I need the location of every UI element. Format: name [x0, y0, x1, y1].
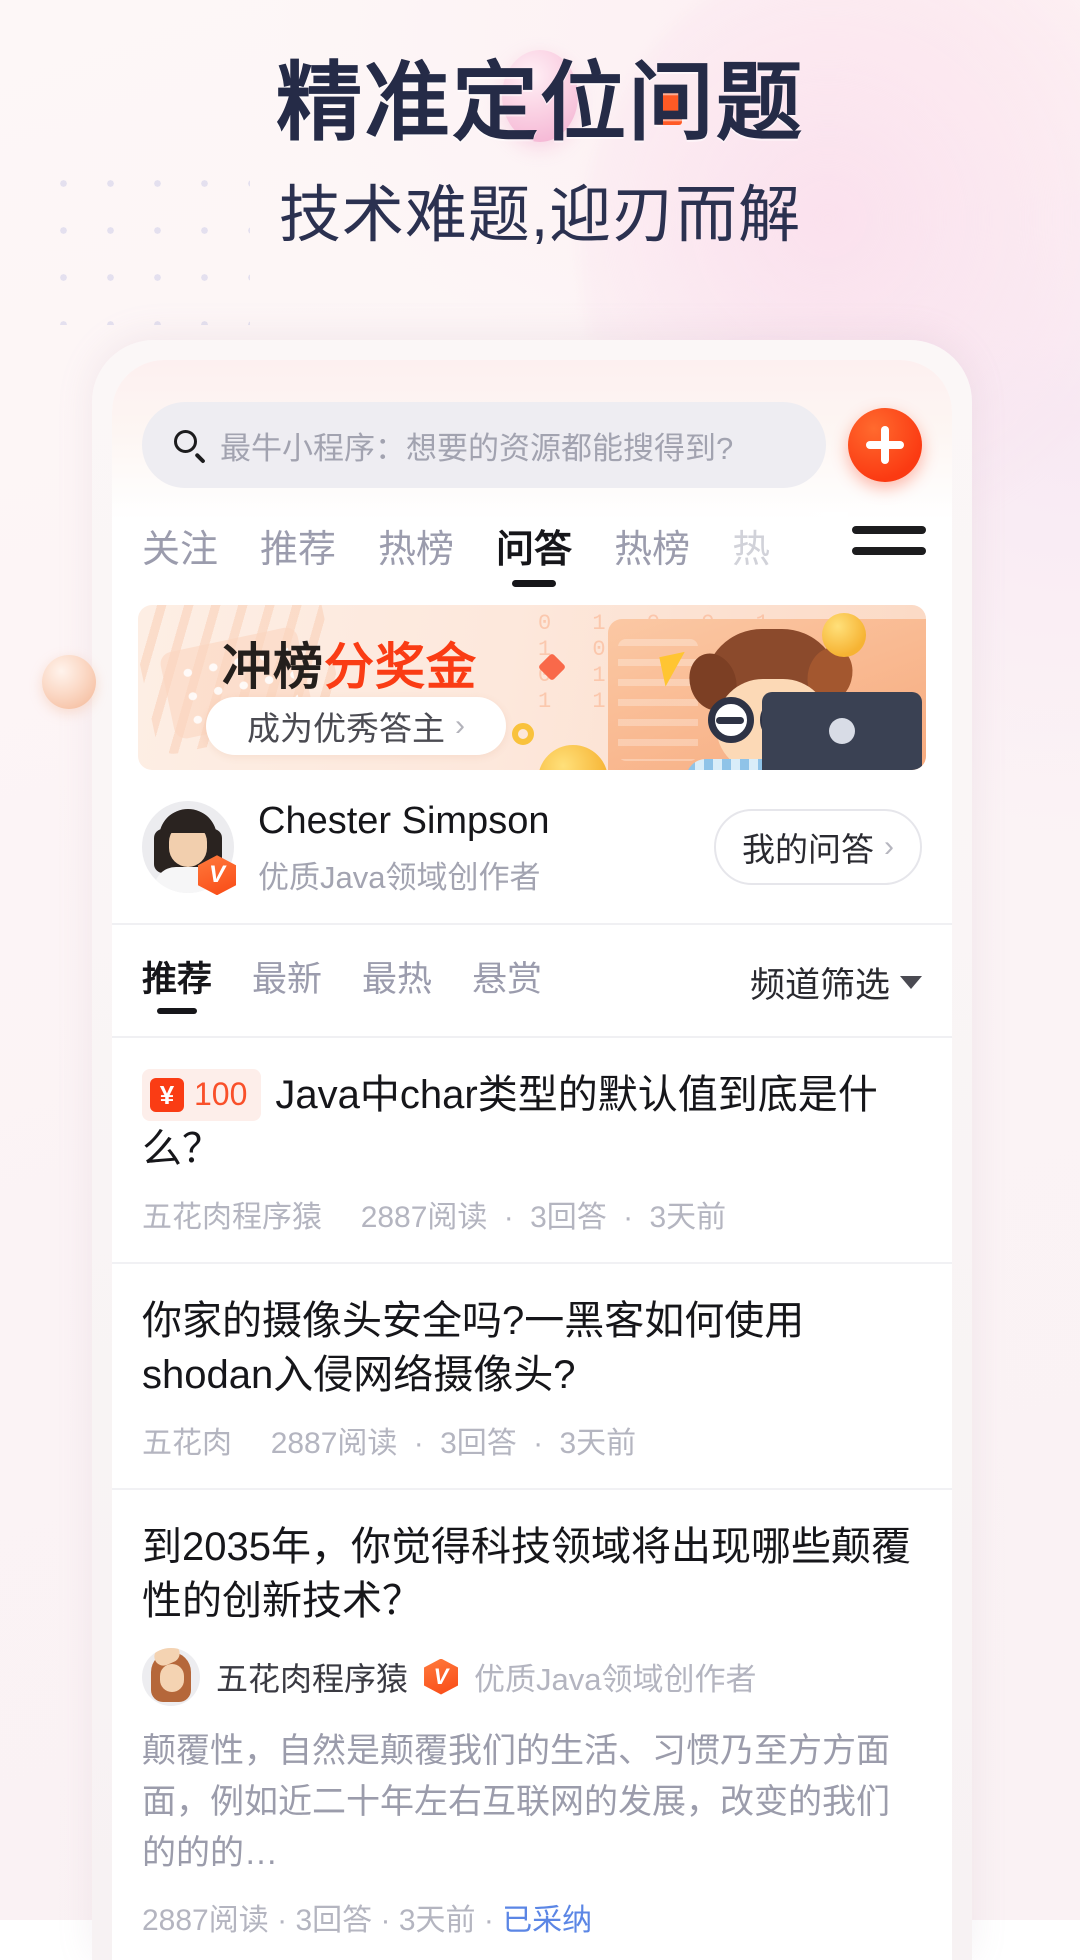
question-author: 五花肉	[142, 1427, 232, 1460]
tab-fade-mask	[778, 512, 848, 578]
question-views: 2887阅读	[271, 1427, 398, 1460]
banner-title-dark: 冲榜	[222, 639, 324, 695]
subtab-tuijian[interactable]: 推荐	[142, 951, 212, 1014]
question-author-avatar	[142, 1648, 200, 1706]
chevron-right-icon: ›	[455, 709, 465, 743]
question-meta: 五花肉 2887阅读 · 3回答 · 3天前	[142, 1418, 922, 1462]
meta-separator: ·	[380, 1904, 390, 1937]
my-qa-button[interactable]: 我的问答 ›	[714, 809, 922, 885]
question-item[interactable]: ¥ 100 Java中char类型的默认值到底是什么？ 五花肉程序猿 2887阅…	[112, 1038, 952, 1264]
banner-coin-decor-2	[822, 613, 866, 657]
banner-title-accent: 分奖金	[324, 639, 477, 695]
promo-banner[interactable]: 0 1 0 0 11 0 1 1 00 1 0 0 11 1 0 1 0 冲榜分…	[138, 605, 926, 770]
meta-separator: ·	[533, 1427, 543, 1460]
question-title: 到2035年，你觉得科技领域将出现哪些颠覆性的创新技术？	[142, 1520, 922, 1628]
hamburger-line-2	[852, 547, 926, 555]
tab-wenda[interactable]: 问答	[496, 518, 572, 587]
meta-separator: ·	[414, 1427, 424, 1460]
tab-guanzhu[interactable]: 关注	[142, 518, 218, 587]
search-row: 最牛小程序：想要的资源都能搜得到?	[112, 360, 952, 488]
tab-tuijian[interactable]: 推荐	[260, 518, 336, 587]
question-meta: 2887阅读 · 3回答 · 3天前 · 已采纳	[142, 1895, 922, 1939]
question-views: 2887阅读	[142, 1904, 269, 1937]
subtab-zuire[interactable]: 最热	[362, 951, 432, 1014]
primary-tab-bar: 关注 推荐 热榜 问答 热榜 热	[112, 488, 952, 587]
question-description: 颠覆性，自然是颠覆我们的生活、习惯乃至方方面面，例如近二十年左右互联网的发展，改…	[142, 1726, 922, 1879]
yen-icon: ¥	[150, 1078, 184, 1112]
question-author: 五花肉程序猿	[142, 1201, 322, 1234]
promo-headline-block: 精准定位问题 技术难题,迎刃而解	[0, 58, 1080, 254]
question-author-badge-text: 优质Java领域创作者	[474, 1654, 756, 1699]
banner-illustration	[608, 619, 926, 770]
verified-badge-icon: V	[424, 1659, 458, 1695]
decorative-peach-dot	[42, 655, 96, 709]
banner-title: 冲榜分奖金	[222, 627, 477, 699]
promo-headline-post: 题	[716, 55, 804, 151]
question-answers: 3回答	[530, 1201, 607, 1234]
profile-row[interactable]: V Chester Simpson 优质Java领域创作者 我的问答 ›	[112, 770, 952, 925]
banner-cta-label: 成为优秀答主	[247, 702, 445, 750]
hamburger-line-1	[852, 526, 926, 534]
banner-character-wink-eye	[716, 717, 744, 724]
my-qa-label: 我的问答	[742, 823, 874, 871]
banner-cta-button[interactable]: 成为优秀答主 ›	[206, 697, 506, 755]
avatar-wrapper[interactable]: V	[142, 801, 234, 893]
question-answers: 3回答	[440, 1427, 517, 1460]
meta-separator: ·	[504, 1201, 514, 1234]
question-author: 五花肉程序猿	[216, 1654, 408, 1700]
avatar-fringe	[161, 811, 215, 833]
tab-scroll-container[interactable]: 关注 推荐 热榜 问答 热榜 热	[142, 518, 852, 587]
question-views: 2887阅读	[361, 1201, 488, 1234]
question-avatar-face	[160, 1664, 184, 1692]
profile-meta: Chester Simpson 优质Java领域创作者	[258, 798, 690, 897]
meta-separator: ·	[277, 1904, 287, 1937]
promo-subheadline: 技术难题,迎刃而解	[0, 164, 1080, 254]
tab-re-partial[interactable]: 热	[732, 518, 770, 587]
phone-screen: 最牛小程序：想要的资源都能搜得到? 关注 推荐 热榜 问答 热榜 热	[112, 360, 952, 1960]
question-author-row[interactable]: 五花肉程序猿 V 优质Java领域创作者	[142, 1648, 922, 1706]
search-placeholder: 最牛小程序：想要的资源都能搜得到?	[220, 423, 733, 468]
question-answers: 3回答	[295, 1904, 372, 1937]
add-post-button[interactable]	[848, 408, 922, 482]
promo-headline-accent: 问	[628, 58, 716, 148]
question-time: 3天前	[560, 1427, 637, 1460]
status-badge: 已采纳	[502, 1904, 592, 1937]
question-title: 你家的摄像头安全吗?一黑客如何使用shodan入侵网络摄像头?	[142, 1294, 922, 1402]
question-time: 3天前	[399, 1904, 476, 1937]
profile-subtitle: 优质Java领域创作者	[258, 852, 690, 897]
question-item[interactable]: 到2035年，你觉得科技领域将出现哪些颠覆性的创新技术？ 五花肉程序猿 V 优质…	[112, 1490, 952, 1960]
question-title: ¥ 100 Java中char类型的默认值到底是什么？	[142, 1068, 922, 1176]
chevron-down-icon	[900, 976, 922, 989]
question-item[interactable]: 你家的摄像头安全吗?一黑客如何使用shodan入侵网络摄像头? 五花肉 2887…	[112, 1264, 952, 1490]
channel-filter-label: 频道筛选	[750, 957, 890, 1008]
search-icon	[172, 428, 206, 462]
promo-headline: 精准定位问题	[0, 58, 1080, 148]
hamburger-menu-icon[interactable]	[852, 518, 952, 555]
tab-rebang-1[interactable]: 热榜	[378, 518, 454, 587]
channel-filter-button[interactable]: 频道筛选	[750, 957, 922, 1008]
question-meta: 五花肉程序猿 2887阅读 · 3回答 · 3天前	[142, 1192, 922, 1236]
chevron-right-icon: ›	[884, 830, 894, 864]
banner-ring-decor	[512, 723, 534, 745]
phone-mockup: 最牛小程序：想要的资源都能搜得到? 关注 推荐 热榜 问答 热榜 热	[92, 340, 972, 1960]
bounty-amount: 100	[194, 1073, 247, 1116]
secondary-tabs: 推荐 最新 最热 悬赏	[142, 951, 750, 1014]
promo-headline-pre: 精准定位	[276, 55, 628, 151]
subtab-xuanshang[interactable]: 悬赏	[472, 951, 542, 1014]
bounty-badge: ¥ 100	[142, 1069, 261, 1120]
meta-separator: ·	[623, 1201, 633, 1234]
question-time: 3天前	[650, 1201, 727, 1234]
secondary-tab-bar: 推荐 最新 最热 悬赏 频道筛选	[112, 925, 952, 1038]
profile-name: Chester Simpson	[258, 798, 690, 846]
tab-rebang-2[interactable]: 热榜	[614, 518, 690, 587]
search-input[interactable]: 最牛小程序：想要的资源都能搜得到?	[142, 402, 826, 488]
banner-laptop-icon	[762, 692, 922, 770]
subtab-zuixin[interactable]: 最新	[252, 951, 322, 1014]
meta-separator: ·	[484, 1904, 494, 1937]
